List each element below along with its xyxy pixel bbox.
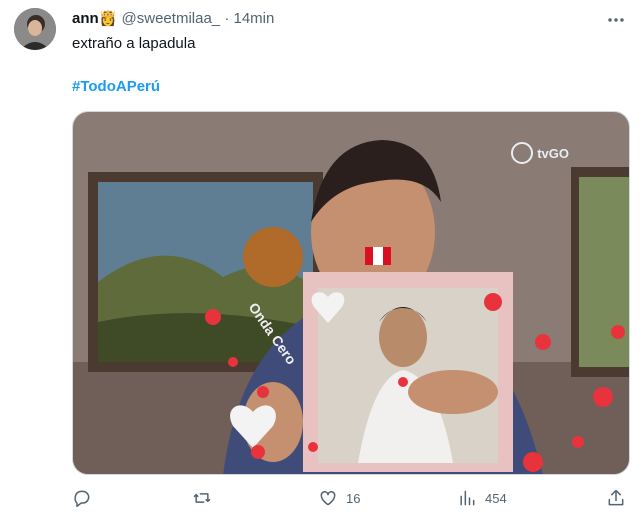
views-count: 454 — [485, 490, 507, 506]
separator: · — [224, 10, 230, 27]
retweet-button[interactable] — [192, 488, 220, 508]
media-image: Onda Cero — [73, 112, 629, 474]
user-name[interactable]: ann — [72, 10, 99, 27]
tweet-text: extraño a lapadula — [72, 35, 196, 52]
action-bar: 16 454 — [72, 488, 630, 512]
share-icon — [608, 489, 624, 506]
like-button[interactable]: 16 — [318, 488, 360, 508]
like-count: 16 — [346, 490, 361, 506]
heart-icon — [320, 490, 336, 506]
avatar[interactable] — [14, 8, 56, 50]
tv-watermark: tvGO — [511, 142, 569, 164]
more-icon[interactable] — [606, 10, 626, 30]
tweet-header: ann👸 @sweetmilaa_ · 14min — [72, 9, 274, 29]
hashtag-link[interactable]: #TodoAPerú — [72, 77, 160, 97]
avatar-image — [14, 8, 56, 50]
user-emoji-icon: 👸 — [98, 10, 118, 27]
retweet-icon — [193, 493, 211, 503]
views-button[interactable]: 454 — [457, 488, 507, 508]
watermark-text: tvGO — [537, 145, 569, 161]
user-handle[interactable]: @sweetmilaa_ — [122, 10, 221, 27]
reply-icon — [74, 490, 90, 508]
timestamp[interactable]: 14min — [233, 10, 274, 27]
views-icon — [460, 490, 475, 506]
tweet-media[interactable]: Onda Cero tvGO — [72, 111, 630, 475]
globe-icon — [511, 142, 534, 164]
share-button[interactable] — [606, 488, 626, 508]
reply-button[interactable] — [72, 488, 100, 508]
